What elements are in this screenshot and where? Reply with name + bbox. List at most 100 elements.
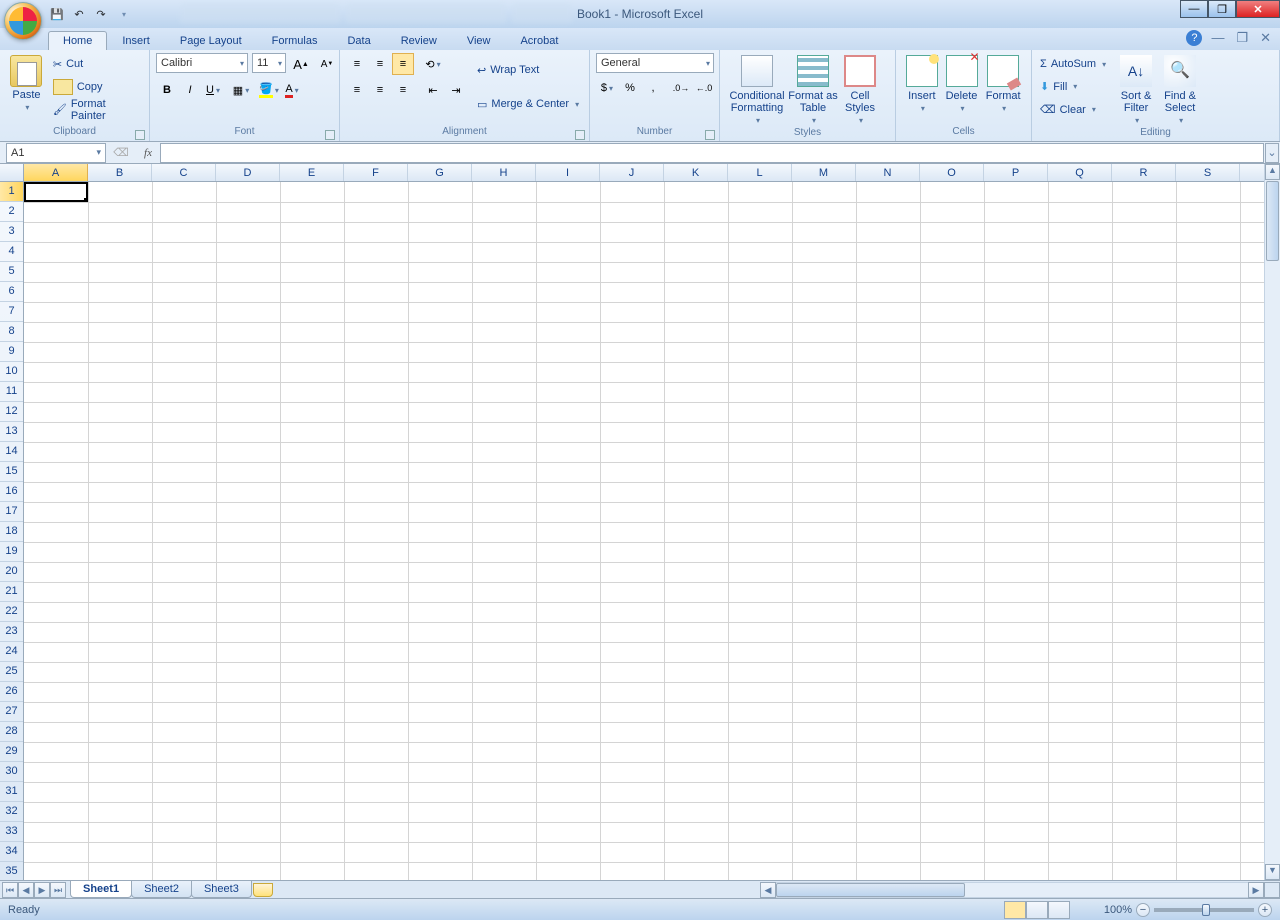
grow-font-button[interactable]: A▲: [290, 53, 312, 75]
insert-cells-button[interactable]: Insert: [902, 53, 942, 115]
align-right-button[interactable]: ≡: [392, 79, 414, 101]
zoom-level[interactable]: 100%: [1104, 904, 1132, 916]
autosum-button[interactable]: ΣAutoSum: [1038, 53, 1108, 75]
row-header-8[interactable]: 8: [0, 322, 23, 342]
align-top-button[interactable]: ≡: [346, 53, 368, 75]
alignment-dialog-launcher[interactable]: [575, 130, 585, 140]
font-color-button[interactable]: A: [281, 79, 303, 101]
row-header-31[interactable]: 31: [0, 782, 23, 802]
row-header-12[interactable]: 12: [0, 402, 23, 422]
column-header-Q[interactable]: Q: [1048, 164, 1112, 181]
expand-formula-bar-icon[interactable]: ⌄: [1265, 143, 1279, 163]
zoom-thumb[interactable]: [1202, 904, 1210, 916]
font-name-combo[interactable]: Calibri: [156, 53, 248, 73]
ribbon-restore-icon[interactable]: ❐: [1233, 30, 1251, 46]
normal-view-button[interactable]: [1004, 901, 1026, 919]
row-header-35[interactable]: 35: [0, 862, 23, 882]
format-cells-button[interactable]: Format: [981, 53, 1025, 115]
row-header-10[interactable]: 10: [0, 362, 23, 382]
cell-styles-button[interactable]: Cell Styles: [838, 53, 882, 127]
fx-icon[interactable]: fx: [136, 147, 160, 159]
column-header-G[interactable]: G: [408, 164, 472, 181]
align-bottom-button[interactable]: ≡: [392, 53, 414, 75]
font-dialog-launcher[interactable]: [325, 130, 335, 140]
tab-insert[interactable]: Insert: [107, 31, 165, 50]
split-box[interactable]: [1264, 882, 1280, 898]
align-middle-button[interactable]: ≡: [369, 53, 391, 75]
save-icon[interactable]: 💾: [48, 5, 66, 23]
column-header-L[interactable]: L: [728, 164, 792, 181]
row-header-7[interactable]: 7: [0, 302, 23, 322]
orientation-button[interactable]: ⟲: [422, 53, 444, 75]
clear-button[interactable]: ⌫Clear: [1038, 99, 1108, 121]
zoom-out-button[interactable]: −: [1136, 903, 1150, 917]
row-header-6[interactable]: 6: [0, 282, 23, 302]
copy-button[interactable]: Copy: [51, 76, 143, 98]
first-sheet-button[interactable]: ⏮: [2, 882, 18, 898]
conditional-formatting-button[interactable]: Conditional Formatting: [726, 53, 788, 127]
increase-decimal-button[interactable]: .0→: [670, 77, 692, 99]
column-header-N[interactable]: N: [856, 164, 920, 181]
column-header-O[interactable]: O: [920, 164, 984, 181]
column-header-M[interactable]: M: [792, 164, 856, 181]
row-header-30[interactable]: 30: [0, 762, 23, 782]
format-painter-button[interactable]: 🖌Format Painter: [51, 99, 143, 121]
row-header-15[interactable]: 15: [0, 462, 23, 482]
column-header-H[interactable]: H: [472, 164, 536, 181]
ribbon-close-icon[interactable]: ✕: [1257, 30, 1274, 46]
new-sheet-button[interactable]: [253, 883, 273, 897]
accounting-format-button[interactable]: $: [596, 77, 618, 99]
align-left-button[interactable]: ≡: [346, 79, 368, 101]
row-header-2[interactable]: 2: [0, 202, 23, 222]
next-sheet-button[interactable]: ▶: [34, 882, 50, 898]
row-header-28[interactable]: 28: [0, 722, 23, 742]
tab-data[interactable]: Data: [332, 31, 385, 50]
row-header-11[interactable]: 11: [0, 382, 23, 402]
vertical-scrollbar[interactable]: ▲ ▼: [1264, 164, 1280, 880]
redo-icon[interactable]: ↷: [92, 5, 110, 23]
row-header-14[interactable]: 14: [0, 442, 23, 462]
row-header-1[interactable]: 1: [0, 182, 23, 202]
tab-review[interactable]: Review: [386, 31, 452, 50]
row-header-32[interactable]: 32: [0, 802, 23, 822]
column-header-A[interactable]: A: [24, 164, 88, 181]
row-header-17[interactable]: 17: [0, 502, 23, 522]
qat-customize-icon[interactable]: [114, 5, 132, 23]
tab-page-layout[interactable]: Page Layout: [165, 31, 257, 50]
column-header-P[interactable]: P: [984, 164, 1048, 181]
row-header-21[interactable]: 21: [0, 582, 23, 602]
ribbon-minimize-icon[interactable]: —: [1208, 30, 1227, 46]
row-header-19[interactable]: 19: [0, 542, 23, 562]
sheet-tab-sheet1[interactable]: Sheet1: [70, 881, 132, 898]
column-header-R[interactable]: R: [1112, 164, 1176, 181]
format-as-table-button[interactable]: Format as Table: [788, 53, 838, 127]
undo-icon[interactable]: ↶: [70, 5, 88, 23]
wrap-text-button[interactable]: ↩Wrap Text: [475, 59, 581, 81]
prev-sheet-button[interactable]: ◀: [18, 882, 34, 898]
align-center-button[interactable]: ≡: [369, 79, 391, 101]
row-header-24[interactable]: 24: [0, 642, 23, 662]
row-header-23[interactable]: 23: [0, 622, 23, 642]
row-header-27[interactable]: 27: [0, 702, 23, 722]
office-button[interactable]: [4, 2, 42, 40]
column-header-I[interactable]: I: [536, 164, 600, 181]
number-format-combo[interactable]: General: [596, 53, 714, 73]
scroll-down-button[interactable]: ▼: [1265, 864, 1280, 880]
last-sheet-button[interactable]: ⏭: [50, 882, 66, 898]
row-header-22[interactable]: 22: [0, 602, 23, 622]
clipboard-dialog-launcher[interactable]: [135, 130, 145, 140]
page-break-view-button[interactable]: [1048, 901, 1070, 919]
column-header-F[interactable]: F: [344, 164, 408, 181]
vertical-scroll-thumb[interactable]: [1266, 181, 1279, 261]
column-header-E[interactable]: E: [280, 164, 344, 181]
scroll-right-button[interactable]: ▶: [1248, 882, 1264, 898]
row-header-16[interactable]: 16: [0, 482, 23, 502]
horizontal-scrollbar[interactable]: ◀ ▶: [760, 882, 1264, 898]
column-header-K[interactable]: K: [664, 164, 728, 181]
scroll-up-button[interactable]: ▲: [1265, 164, 1280, 180]
fill-button[interactable]: ⬇Fill: [1038, 76, 1108, 98]
border-button[interactable]: ▦: [230, 79, 252, 101]
row-header-13[interactable]: 13: [0, 422, 23, 442]
row-header-20[interactable]: 20: [0, 562, 23, 582]
comma-button[interactable]: ,: [642, 77, 664, 99]
